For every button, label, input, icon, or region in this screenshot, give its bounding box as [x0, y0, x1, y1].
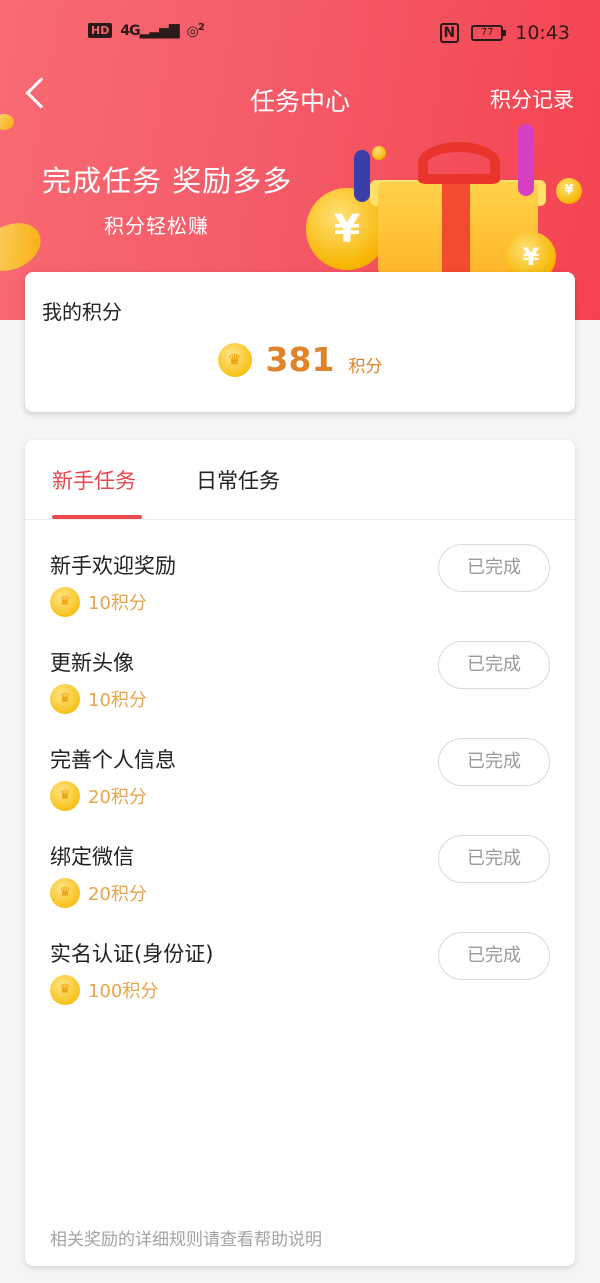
rules-footnote: 相关奖励的详细规则请查看帮助说明 [50, 1230, 322, 1250]
signal-icon: 4G▂▃▅▇ [120, 22, 179, 39]
task-reward: 20积分 [50, 781, 147, 811]
hotspot-icon: ◎2 [186, 22, 205, 40]
coin-icon [217, 342, 252, 377]
gift-bow-icon [418, 142, 500, 184]
nfc-icon: N [439, 23, 460, 43]
points-unit: 积分 [348, 357, 383, 377]
task-reward-points: 10积分 [88, 690, 147, 711]
task-status-button[interactable]: 已完成 [438, 932, 550, 980]
points-summary: 381 积分 [25, 340, 575, 379]
task-status-button[interactable]: 已完成 [438, 641, 550, 689]
active-tab-indicator [52, 515, 142, 519]
task-tabs: 新手任务 日常任务 [25, 440, 575, 520]
decorative-coin-icon: ¥ [556, 178, 582, 204]
points-history-link[interactable]: 积分记录 [490, 84, 574, 114]
my-points-label: 我的积分 [42, 300, 122, 324]
task-item: 新手欢迎奖励 10积分 已完成 [25, 520, 575, 617]
hd-icon: HD [88, 23, 113, 39]
task-name: 更新头像 [50, 651, 134, 675]
coin-icon [50, 587, 80, 617]
decorative-coin-icon [0, 213, 49, 281]
tab-newbie-tasks[interactable]: 新手任务 [52, 465, 136, 495]
my-points-card: 我的积分 381 积分 [25, 272, 575, 412]
task-reward: 100积分 [50, 975, 158, 1005]
coin-icon [50, 684, 80, 714]
task-reward: 10积分 [50, 587, 147, 617]
decorative-coin-icon [372, 146, 386, 160]
task-status-button[interactable]: 已完成 [438, 738, 550, 786]
battery-icon: 77 [471, 25, 507, 41]
banner-title: 完成任务 奖励多多 [42, 164, 293, 198]
task-reward: 20积分 [50, 878, 147, 908]
person-illustration-icon [518, 124, 534, 196]
task-reward-points: 100积分 [88, 981, 159, 1002]
coin-icon [50, 781, 80, 811]
task-card: 新手任务 日常任务 新手欢迎奖励 10积分 已完成 更新头像 10积分 已完成 … [25, 440, 575, 1266]
task-name: 实名认证(身份证) [50, 942, 214, 966]
person-illustration-icon [354, 150, 370, 202]
task-name: 绑定微信 [50, 845, 134, 869]
task-item: 实名认证(身份证) 100积分 已完成 [25, 908, 575, 1005]
clock: 10:43 [515, 22, 570, 44]
task-status-button[interactable]: 已完成 [438, 835, 550, 883]
task-reward: 10积分 [50, 684, 147, 714]
status-bar: HD 4G▂▃▅▇ ◎2 N 77 10:43 [0, 0, 600, 68]
tab-daily-tasks[interactable]: 日常任务 [196, 465, 280, 495]
task-name: 新手欢迎奖励 [50, 554, 176, 578]
task-name: 完善个人信息 [50, 748, 176, 772]
task-item: 更新头像 10积分 已完成 [25, 617, 575, 714]
coin-icon [50, 878, 80, 908]
banner-subtitle: 积分轻松赚 [104, 214, 209, 238]
task-item: 绑定微信 20积分 已完成 [25, 811, 575, 908]
navigation-bar: 任务中心 积分记录 [0, 72, 600, 124]
points-value: 381 [265, 340, 335, 379]
task-status-button[interactable]: 已完成 [438, 544, 550, 592]
coin-icon [50, 975, 80, 1005]
task-list: 新手欢迎奖励 10积分 已完成 更新头像 10积分 已完成 完善个人信息 20积… [25, 520, 575, 1005]
gift-ribbon-icon [442, 180, 470, 274]
task-reward-points: 10积分 [88, 593, 147, 614]
task-item: 完善个人信息 20积分 已完成 [25, 714, 575, 811]
task-reward-points: 20积分 [88, 787, 147, 808]
task-reward-points: 20积分 [88, 884, 147, 905]
